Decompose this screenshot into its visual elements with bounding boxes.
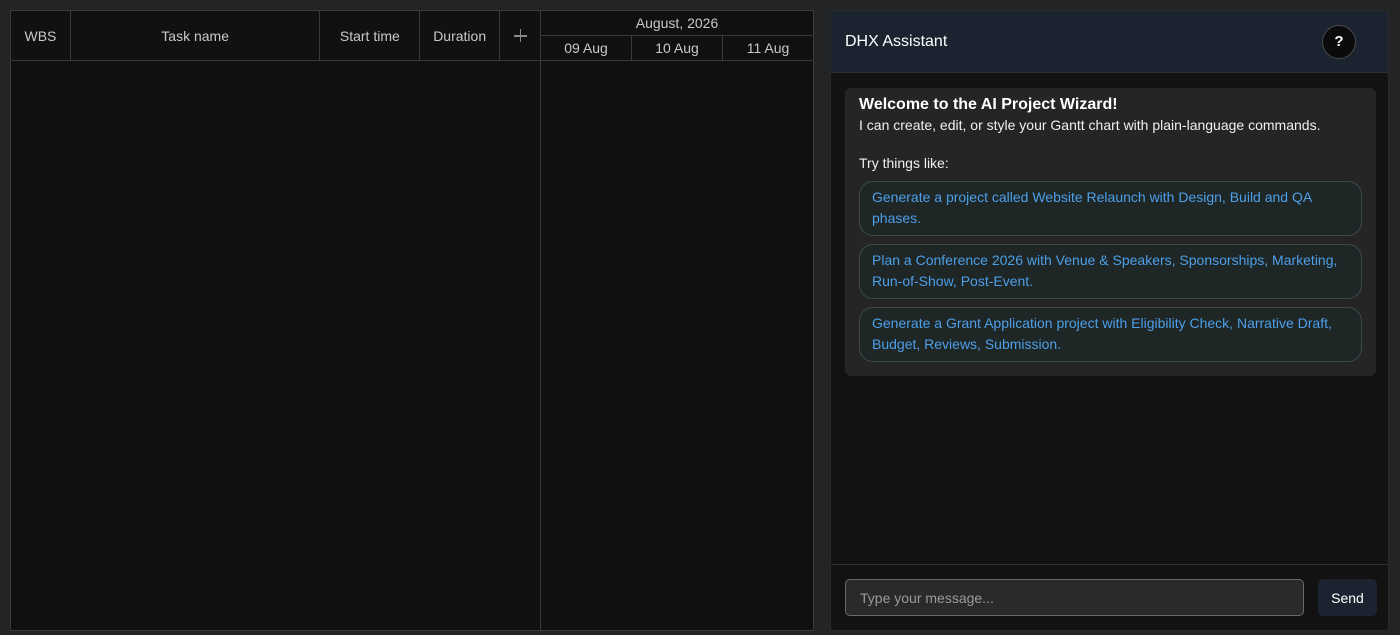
- column-header-wbs[interactable]: WBS: [11, 11, 71, 60]
- timeline-day-scale: 09 Aug 10 Aug 11 Aug: [541, 36, 813, 61]
- welcome-text: I can create, edit, or style your Gantt …: [859, 117, 1321, 133]
- welcome-title: Welcome to the AI Project Wizard!: [859, 96, 1118, 113]
- timeline-day-cell: 11 Aug: [746, 40, 790, 56]
- assistant-header: DHX Assistant ?: [831, 11, 1388, 73]
- assistant-panel: DHX Assistant ? Welcome to the AI Projec…: [830, 10, 1389, 631]
- timeline-month-scale: August, 2026: [541, 11, 813, 36]
- help-button[interactable]: ?: [1322, 24, 1356, 59]
- welcome-message: Welcome to the AI Project Wizard! I can …: [845, 88, 1376, 376]
- try-label: Try things like:: [859, 155, 949, 171]
- gantt-grid: WBS Task name Start time Duration: [11, 11, 541, 630]
- grid-header: WBS Task name Start time Duration: [11, 11, 540, 61]
- column-header-start-time[interactable]: Start time: [320, 11, 421, 60]
- message-composer: Send: [831, 564, 1388, 630]
- suggestion-button[interactable]: Generate a Grant Application project wit…: [859, 307, 1362, 362]
- timeline-day-cell: 09 Aug: [541, 36, 632, 60]
- plus-icon: [513, 29, 527, 42]
- send-button[interactable]: Send: [1318, 579, 1377, 616]
- gantt-timeline: August, 2026 09 Aug 10 Aug 11 Aug: [541, 11, 813, 630]
- add-task-button[interactable]: [500, 11, 540, 60]
- assistant-title: DHX Assistant: [845, 32, 948, 50]
- message-input[interactable]: [845, 579, 1304, 616]
- column-header-task-name[interactable]: Task name: [71, 11, 321, 60]
- column-header-duration[interactable]: Duration: [420, 11, 501, 60]
- suggestion-button[interactable]: Plan a Conference 2026 with Venue & Spea…: [859, 244, 1362, 299]
- timeline-day-cell: 10 Aug: [632, 36, 723, 60]
- gantt-chart: WBS Task name Start time Duration August…: [10, 10, 814, 631]
- suggestion-button[interactable]: Generate a project called Website Relaun…: [859, 181, 1362, 236]
